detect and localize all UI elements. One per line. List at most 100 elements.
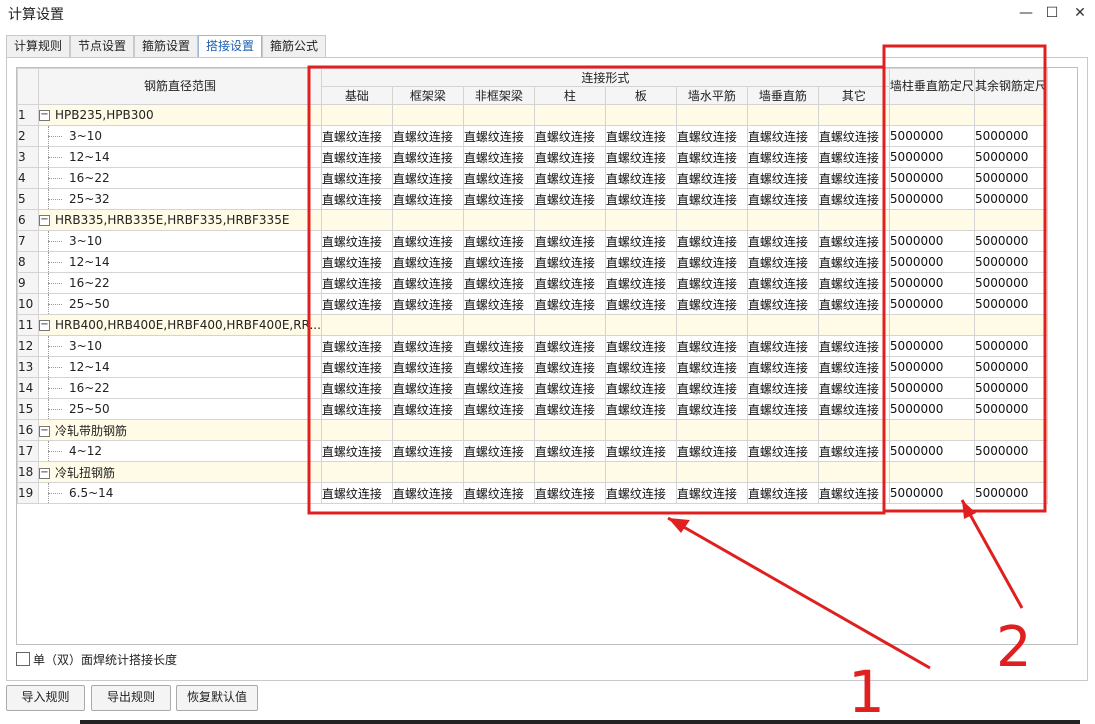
connection-type-cell[interactable]: 直螺纹连接 [604, 482, 677, 504]
connection-type-cell[interactable] [817, 419, 890, 441]
connection-type-cell[interactable] [462, 209, 535, 231]
diameter-range-cell[interactable]: 16~22 [38, 272, 322, 294]
connection-type-cell[interactable]: 直螺纹连接 [462, 398, 535, 420]
collapse-icon[interactable]: − [39, 320, 50, 331]
other-fixed-length-cell[interactable]: 5000000 [973, 398, 1048, 420]
connection-type-cell[interactable]: 直螺纹连接 [604, 272, 677, 294]
connection-type-cell[interactable]: 直螺纹连接 [817, 398, 890, 420]
connection-type-cell[interactable]: 直螺纹连接 [462, 356, 535, 378]
other-fixed-length-cell[interactable] [973, 419, 1048, 441]
diameter-range-cell[interactable]: 12~14 [38, 251, 322, 273]
table-row[interactable]: 3 12~14 直螺纹连接 直螺纹连接 直螺纹连接 直螺纹连接 直螺纹连接 直螺纹连接 直螺纹连… [17, 146, 1048, 168]
connection-type-cell[interactable] [817, 461, 890, 483]
diameter-range-cell[interactable]: 25~50 [38, 398, 322, 420]
connection-type-cell[interactable]: 直螺纹连接 [391, 125, 464, 147]
connection-type-cell[interactable]: 直螺纹连接 [391, 230, 464, 252]
connection-type-cell[interactable]: 直螺纹连接 [533, 251, 606, 273]
table-row[interactable]: 15 25~50 直螺纹连接 直螺纹连接 直螺纹连接 直螺纹连接 直螺纹连接 直螺纹连接 直螺纹… [17, 398, 1048, 420]
steel-grade-group[interactable]: − 冷轧扭钢筋 [38, 461, 322, 483]
tab-lap-settings[interactable]: 搭接设置 [198, 35, 262, 58]
connection-type-cell[interactable]: 直螺纹连接 [817, 440, 890, 462]
connection-type-cell[interactable] [320, 461, 393, 483]
connection-type-cell[interactable]: 直螺纹连接 [746, 272, 819, 294]
connection-type-cell[interactable]: 直螺纹连接 [746, 440, 819, 462]
connection-type-cell[interactable]: 直螺纹连接 [320, 335, 393, 357]
connection-type-cell[interactable]: 直螺纹连接 [817, 167, 890, 189]
connection-type-cell[interactable] [533, 461, 606, 483]
other-fixed-length-cell[interactable]: 5000000 [973, 377, 1048, 399]
connection-type-cell[interactable]: 直螺纹连接 [817, 272, 890, 294]
wall-column-fixed-length-cell[interactable] [888, 419, 975, 441]
connection-type-cell[interactable]: 直螺纹连接 [533, 482, 606, 504]
wall-column-fixed-length-cell[interactable]: 5000000 [888, 377, 975, 399]
connection-type-cell[interactable]: 直螺纹连接 [604, 377, 677, 399]
connection-type-cell[interactable]: 直螺纹连接 [817, 356, 890, 378]
connection-type-cell[interactable]: 直螺纹连接 [391, 272, 464, 294]
connection-type-cell[interactable]: 直螺纹连接 [675, 398, 748, 420]
diameter-range-cell[interactable]: 25~32 [38, 188, 322, 210]
connection-type-cell[interactable] [604, 461, 677, 483]
connection-type-cell[interactable]: 直螺纹连接 [746, 293, 819, 315]
wall-column-fixed-length-cell[interactable] [888, 104, 975, 126]
connection-type-cell[interactable] [533, 104, 606, 126]
table-row[interactable]: 4 16~22 直螺纹连接 直螺纹连接 直螺纹连接 直螺纹连接 直螺纹连接 直螺纹连接 直螺纹连… [17, 167, 1048, 189]
connection-type-cell[interactable]: 直螺纹连接 [746, 251, 819, 273]
connection-type-cell[interactable]: 直螺纹连接 [817, 251, 890, 273]
other-fixed-length-cell[interactable]: 5000000 [973, 251, 1048, 273]
import-rules-button[interactable]: 导入规则 [6, 685, 85, 711]
connection-type-cell[interactable]: 直螺纹连接 [391, 440, 464, 462]
connection-type-cell[interactable]: 直螺纹连接 [320, 251, 393, 273]
connection-type-cell[interactable]: 直螺纹连接 [462, 251, 535, 273]
table-row[interactable]: 12 3~10 直螺纹连接 直螺纹连接 直螺纹连接 直螺纹连接 直螺纹连接 直螺纹连接 直螺纹连… [17, 335, 1048, 357]
connection-type-cell[interactable]: 直螺纹连接 [817, 482, 890, 504]
tab-stirrup-settings[interactable]: 箍筋设置 [134, 35, 198, 57]
connection-type-cell[interactable]: 直螺纹连接 [604, 125, 677, 147]
connection-type-cell[interactable] [391, 104, 464, 126]
connection-type-cell[interactable]: 直螺纹连接 [746, 356, 819, 378]
connection-type-cell[interactable]: 直螺纹连接 [320, 272, 393, 294]
other-fixed-length-cell[interactable]: 5000000 [973, 230, 1048, 252]
table-row[interactable]: 13 12~14 直螺纹连接 直螺纹连接 直螺纹连接 直螺纹连接 直螺纹连接 直螺纹连接 直螺纹… [17, 356, 1048, 378]
connection-type-cell[interactable] [533, 419, 606, 441]
collapse-icon[interactable]: − [39, 467, 50, 479]
connection-type-cell[interactable]: 直螺纹连接 [320, 293, 393, 315]
connection-type-cell[interactable]: 直螺纹连接 [462, 377, 535, 399]
connection-type-cell[interactable] [320, 314, 393, 336]
connection-type-cell[interactable]: 直螺纹连接 [675, 125, 748, 147]
other-fixed-length-cell[interactable]: 5000000 [973, 440, 1048, 462]
minimize-button[interactable]: — [1015, 2, 1037, 24]
wall-column-fixed-length-cell[interactable] [888, 209, 975, 231]
wall-column-fixed-length-cell[interactable]: 5000000 [888, 188, 975, 210]
connection-type-cell[interactable]: 直螺纹连接 [604, 188, 677, 210]
connection-type-cell[interactable] [746, 461, 819, 483]
connection-type-cell[interactable]: 直螺纹连接 [320, 230, 393, 252]
table-row[interactable]: 17 4~12 直螺纹连接 直螺纹连接 直螺纹连接 直螺纹连接 直螺纹连接 直螺纹连接 直螺纹连… [17, 440, 1048, 462]
table-row[interactable]: 18− 冷轧扭钢筋 [17, 461, 1048, 483]
connection-type-cell[interactable] [320, 209, 393, 231]
other-fixed-length-cell[interactable]: 5000000 [973, 125, 1048, 147]
table-row[interactable]: 7 3~10 直螺纹连接 直螺纹连接 直螺纹连接 直螺纹连接 直螺纹连接 直螺纹连接 直螺纹连接… [17, 230, 1048, 252]
connection-type-cell[interactable] [604, 209, 677, 231]
connection-type-cell[interactable] [746, 419, 819, 441]
connection-type-cell[interactable]: 直螺纹连接 [746, 125, 819, 147]
connection-type-cell[interactable]: 直螺纹连接 [817, 377, 890, 399]
wall-column-fixed-length-cell[interactable]: 5000000 [888, 251, 975, 273]
diameter-range-cell[interactable]: 3~10 [38, 335, 322, 357]
connection-type-cell[interactable]: 直螺纹连接 [462, 230, 535, 252]
connection-type-cell[interactable]: 直螺纹连接 [604, 146, 677, 168]
connection-type-cell[interactable]: 直螺纹连接 [462, 335, 535, 357]
connection-type-cell[interactable] [746, 314, 819, 336]
connection-type-cell[interactable]: 直螺纹连接 [817, 146, 890, 168]
diameter-range-cell[interactable]: 25~50 [38, 293, 322, 315]
table-row[interactable]: 1− HPB235,HPB300 [17, 104, 1048, 126]
connection-type-cell[interactable]: 直螺纹连接 [533, 146, 606, 168]
connection-type-cell[interactable] [746, 104, 819, 126]
connection-type-cell[interactable]: 直螺纹连接 [462, 167, 535, 189]
connection-type-cell[interactable]: 直螺纹连接 [320, 356, 393, 378]
connection-type-cell[interactable]: 直螺纹连接 [462, 188, 535, 210]
connection-type-cell[interactable]: 直螺纹连接 [533, 230, 606, 252]
connection-type-cell[interactable]: 直螺纹连接 [533, 293, 606, 315]
connection-type-cell[interactable]: 直螺纹连接 [320, 440, 393, 462]
steel-grade-group[interactable]: − HRB400,HRB400E,HRBF400,HRBF400E,RR... [38, 314, 322, 336]
connection-type-cell[interactable]: 直螺纹连接 [391, 377, 464, 399]
